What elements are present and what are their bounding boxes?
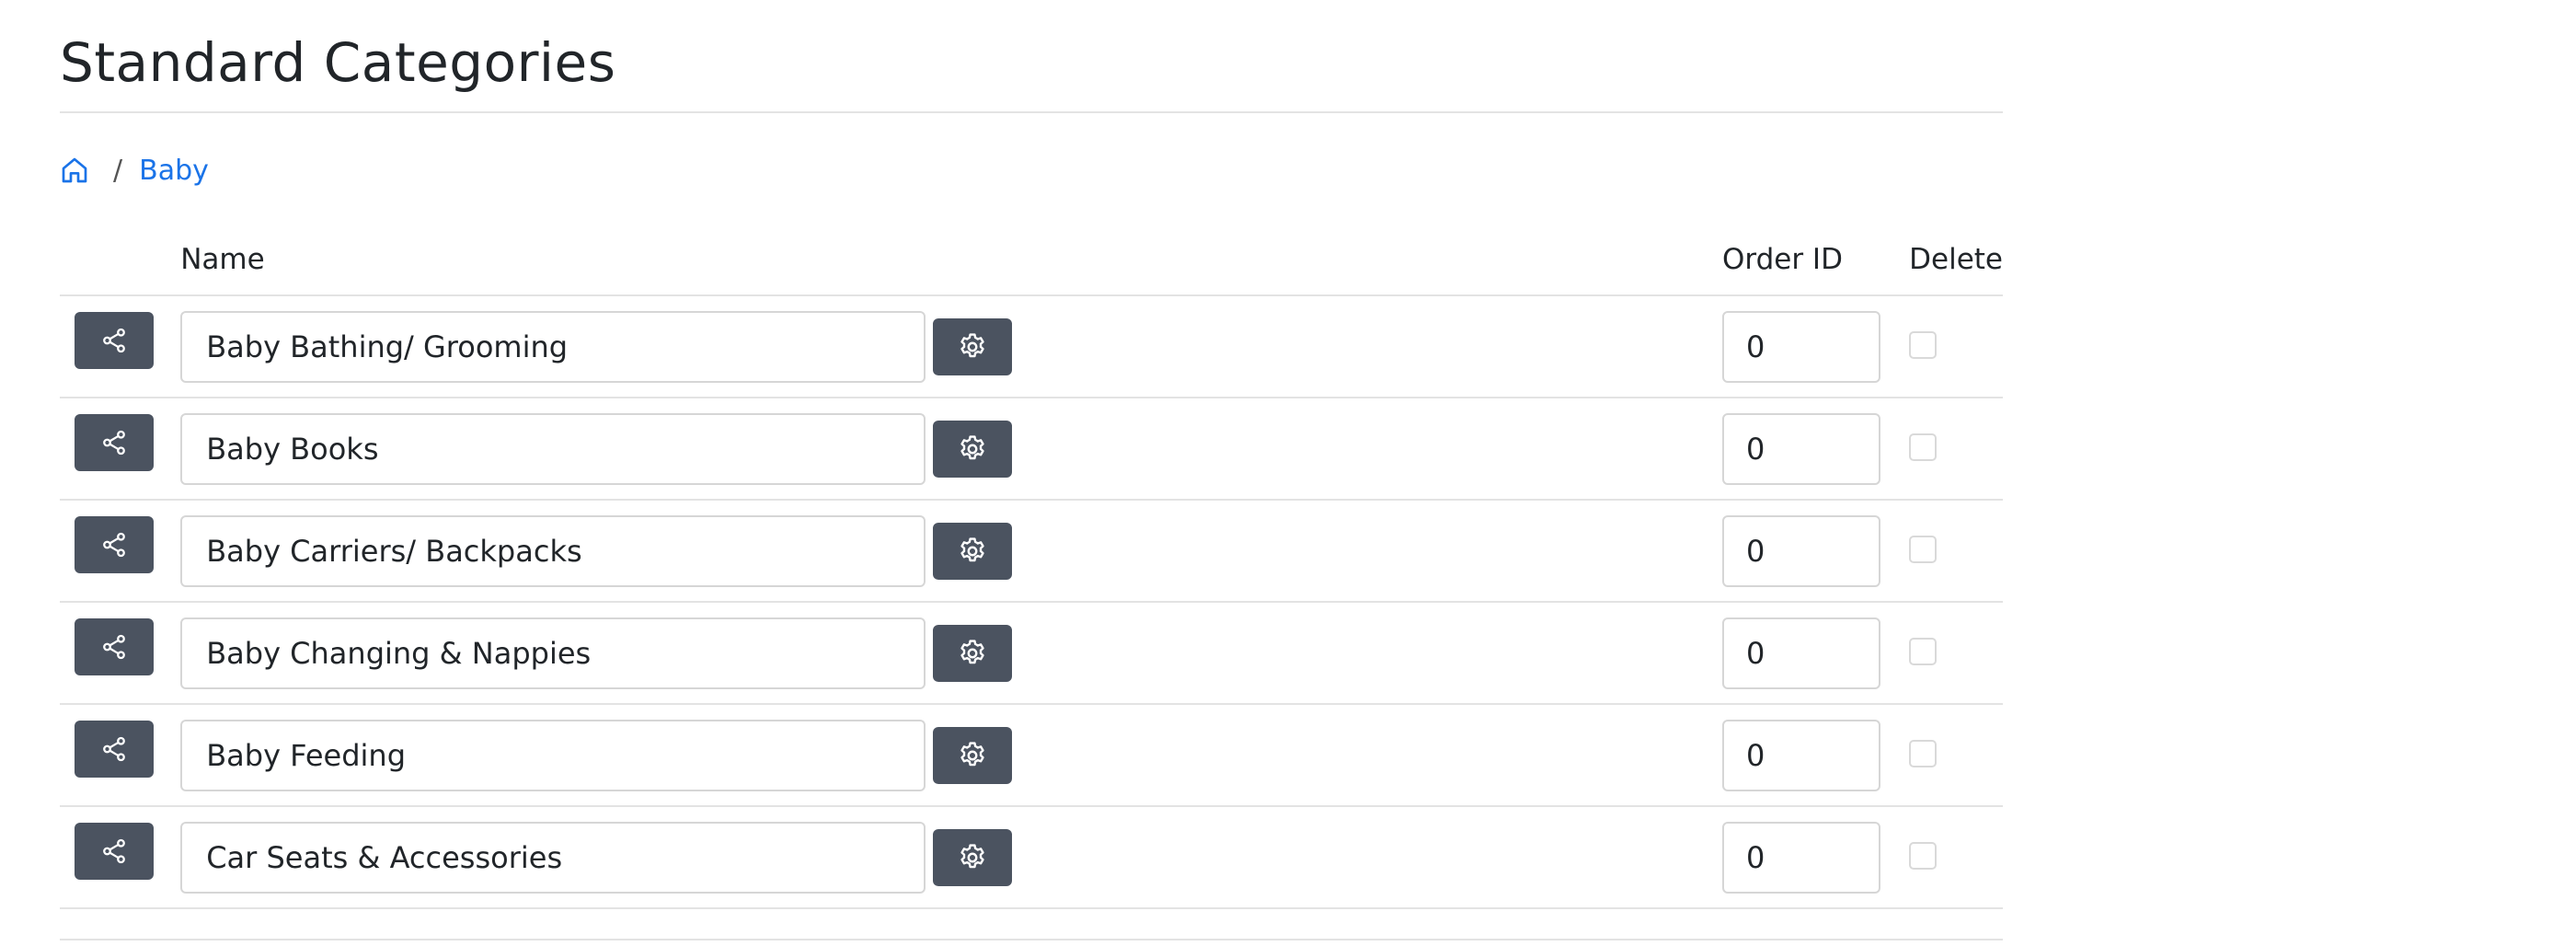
share-button[interactable] xyxy=(75,413,154,471)
delete-checkbox[interactable] xyxy=(1909,637,1938,665)
delete-checkbox[interactable] xyxy=(1909,535,1938,563)
gear-icon xyxy=(960,332,984,357)
order-id-input[interactable] xyxy=(1721,617,1880,689)
table-row xyxy=(60,500,2003,603)
gear-icon xyxy=(960,536,984,561)
category-name-input[interactable] xyxy=(180,617,926,689)
category-name-input[interactable] xyxy=(180,514,926,587)
share-button[interactable] xyxy=(75,617,154,675)
delete-checkbox[interactable] xyxy=(1909,433,1938,461)
table-row xyxy=(60,806,2003,909)
settings-button[interactable] xyxy=(933,522,1013,580)
share-icon xyxy=(103,838,125,863)
category-name-input[interactable] xyxy=(180,412,926,485)
settings-button[interactable] xyxy=(933,828,1013,886)
settings-button[interactable] xyxy=(933,726,1013,784)
category-name-input[interactable] xyxy=(180,310,926,383)
header-order-id: Order ID xyxy=(1721,224,1910,296)
share-icon xyxy=(103,634,125,659)
gear-icon xyxy=(960,639,984,663)
breadcrumb-current-link[interactable]: Baby xyxy=(139,155,209,187)
order-id-input[interactable] xyxy=(1721,412,1880,485)
header-name: Name xyxy=(180,224,1722,296)
page: Standard Categories / Baby Name Order ID… xyxy=(60,0,2003,940)
share-icon xyxy=(103,328,125,352)
share-button[interactable] xyxy=(75,822,154,880)
table-row xyxy=(60,295,2003,398)
order-id-input[interactable] xyxy=(1721,310,1880,383)
settings-button[interactable] xyxy=(933,420,1013,478)
gear-icon xyxy=(960,843,984,868)
settings-button[interactable] xyxy=(933,624,1013,682)
gear-icon xyxy=(960,434,984,459)
table-row xyxy=(60,704,2003,807)
divider xyxy=(60,939,2003,940)
settings-button[interactable] xyxy=(933,317,1013,375)
delete-checkbox[interactable] xyxy=(1909,739,1938,767)
breadcrumb: / Baby xyxy=(60,113,2003,224)
header-share xyxy=(60,224,181,296)
home-icon xyxy=(62,157,87,183)
category-name-input[interactable] xyxy=(180,821,926,894)
category-name-input[interactable] xyxy=(180,719,926,791)
order-id-input[interactable] xyxy=(1721,821,1880,894)
delete-checkbox[interactable] xyxy=(1909,841,1938,870)
table-row xyxy=(60,398,2003,501)
gear-icon xyxy=(960,741,984,766)
delete-checkbox[interactable] xyxy=(1909,330,1938,359)
share-icon xyxy=(103,532,125,557)
share-icon xyxy=(103,736,125,761)
order-id-input[interactable] xyxy=(1721,719,1880,791)
share-button[interactable] xyxy=(75,720,154,778)
table-row xyxy=(60,602,2003,705)
header-delete: Delete xyxy=(1909,224,2003,296)
page-title: Standard Categories xyxy=(60,0,2003,113)
categories-table: Name Order ID Delete xyxy=(60,224,2003,909)
share-icon xyxy=(103,430,125,455)
share-button[interactable] xyxy=(75,515,154,573)
order-id-input[interactable] xyxy=(1721,514,1880,587)
table-header-row: Name Order ID Delete xyxy=(60,224,2003,296)
breadcrumb-separator: / xyxy=(113,154,123,187)
breadcrumb-home-link[interactable] xyxy=(60,155,89,186)
share-button[interactable] xyxy=(75,311,154,369)
